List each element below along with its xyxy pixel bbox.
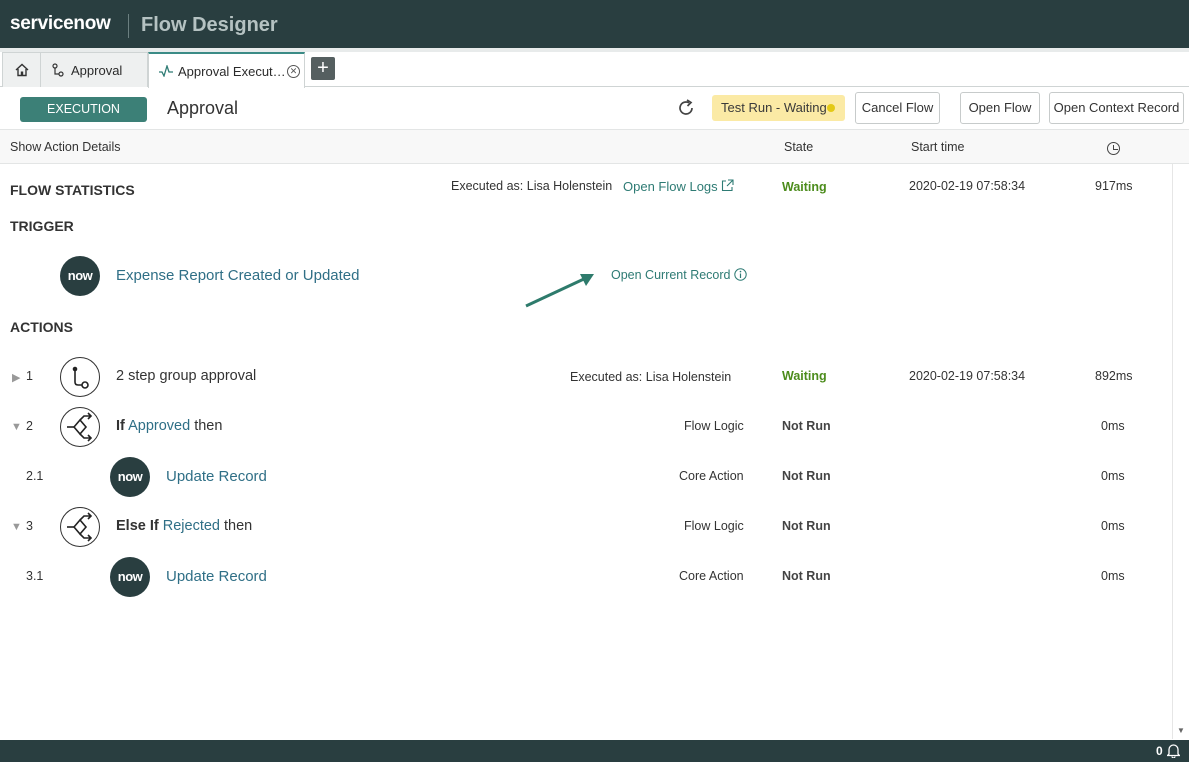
condition-value: Rejected: [162, 518, 220, 534]
app-title: Flow Designer: [141, 14, 278, 36]
flow-statistics-heading: FLOW STATISTICS: [10, 182, 135, 198]
tab-home[interactable]: [2, 52, 41, 87]
state-column-header: State: [784, 140, 814, 154]
info-icon[interactable]: [734, 268, 747, 281]
header-divider: [128, 14, 129, 38]
actions-heading: ACTIONS: [10, 319, 73, 335]
action-state: Waiting: [782, 369, 827, 383]
now-logo-icon: now: [110, 457, 150, 497]
collapse-caret-icon[interactable]: ▼: [11, 421, 22, 433]
open-current-record-link[interactable]: Open Current Record: [611, 267, 747, 282]
action-state: Not Run: [782, 469, 831, 483]
condition-suffix: then: [194, 418, 223, 434]
action-type: Flow Logic: [684, 519, 744, 533]
start-time-column-header: Start time: [911, 140, 965, 154]
action-type: Executed as: Lisa Holenstein: [570, 370, 732, 384]
bell-icon[interactable]: [1167, 743, 1180, 758]
action-name[interactable]: Update Record: [166, 468, 267, 485]
trigger-heading: TRIGGER: [10, 218, 74, 234]
tab-approval-execution[interactable]: Approval Execut… ✕: [148, 52, 305, 88]
action-state: Not Run: [782, 419, 831, 433]
approval-action-icon: [60, 357, 100, 397]
brand-logo: servicenow: [10, 13, 111, 34]
now-logo-icon: now: [110, 557, 150, 597]
action-number: 2: [26, 419, 33, 433]
action-type: Flow Logic: [684, 419, 744, 433]
tab-approval-execution-label: Approval Execut…: [178, 63, 286, 79]
status-dot-icon: [827, 104, 835, 112]
action-number: 1: [26, 369, 33, 383]
action-number: 2.1: [26, 469, 44, 483]
execution-icon: [159, 65, 173, 77]
execution-details-badge: EXECUTION DETAILS: [20, 97, 147, 141]
action-name[interactable]: 2 step group approval: [116, 368, 256, 384]
top-header: servicenow Flow Designer: [0, 0, 1189, 48]
status-text: Test Run - Waiting: [721, 100, 827, 115]
action-name[interactable]: Else If Rejected then: [116, 518, 252, 534]
now-logo-icon: now: [60, 256, 100, 296]
close-tab-icon[interactable]: ✕: [287, 65, 300, 78]
flow-logic-branch-icon: [60, 407, 100, 447]
show-action-details-toggle[interactable]: Show Action Details: [10, 140, 120, 154]
column-header-row: Show Action Details State Start time: [0, 129, 1189, 164]
notification-count: 0: [1156, 744, 1163, 758]
home-icon: [15, 63, 28, 77]
flow-executed-as: Executed as: Lisa Holenstein: [451, 179, 613, 193]
open-flow-logs-label: Open Flow Logs: [623, 179, 718, 194]
annotation-arrow-icon: [525, 274, 594, 308]
vertical-scrollbar[interactable]: [1172, 164, 1189, 739]
condition-keyword: Else If: [116, 518, 159, 534]
test-run-status-badge: Test Run - Waiting: [712, 95, 845, 121]
open-flow-button[interactable]: Open Flow: [960, 92, 1040, 124]
condition-value: Approved: [128, 418, 191, 434]
expand-caret-icon[interactable]: ▶: [12, 371, 20, 384]
action-state: Not Run: [782, 569, 831, 583]
collapse-caret-icon[interactable]: ▼: [11, 521, 22, 533]
action-duration: 892ms: [1095, 369, 1133, 383]
tab-approval[interactable]: Approval: [40, 52, 148, 87]
flow-icon: [52, 63, 64, 77]
action-name[interactable]: If Approved then: [116, 418, 222, 434]
action-duration: 0ms: [1101, 519, 1125, 533]
action-duration: 0ms: [1101, 419, 1125, 433]
action-type: Core Action: [679, 469, 744, 483]
condition-keyword: If: [116, 418, 125, 434]
open-current-record-label: Open Current Record: [611, 268, 731, 282]
external-link-icon: [722, 179, 734, 192]
action-duration: 0ms: [1101, 569, 1125, 583]
add-tab-button[interactable]: +: [311, 57, 335, 80]
open-flow-logs-link[interactable]: Open Flow Logs: [623, 179, 734, 194]
flow-start-time: 2020-02-19 07:58:34: [909, 179, 1026, 193]
condition-suffix: then: [224, 518, 253, 534]
action-start-time: 2020-02-19 07:58:34: [909, 369, 1026, 383]
flow-state: Waiting: [782, 180, 827, 194]
action-number: 3.1: [26, 569, 44, 583]
open-context-record-button[interactable]: Open Context Record: [1049, 92, 1184, 124]
action-number: 3: [26, 519, 33, 533]
flow-duration: 917ms: [1095, 179, 1133, 193]
scroll-down-arrow-icon[interactable]: ▼: [1177, 726, 1185, 735]
footer-bar: 0: [0, 740, 1189, 762]
clock-icon: [1107, 142, 1120, 155]
action-type: Core Action: [679, 569, 744, 583]
flow-logic-branch-icon: [60, 507, 100, 547]
cancel-flow-button[interactable]: Cancel Flow: [855, 92, 940, 124]
tab-approval-label: Approval: [71, 62, 123, 78]
action-state: Not Run: [782, 519, 831, 533]
refresh-icon[interactable]: [676, 98, 696, 118]
action-duration: 0ms: [1101, 469, 1125, 483]
trigger-name-link[interactable]: Expense Report Created or Updated: [116, 267, 359, 284]
page-title: Approval: [167, 98, 239, 118]
action-name[interactable]: Update Record: [166, 568, 267, 585]
